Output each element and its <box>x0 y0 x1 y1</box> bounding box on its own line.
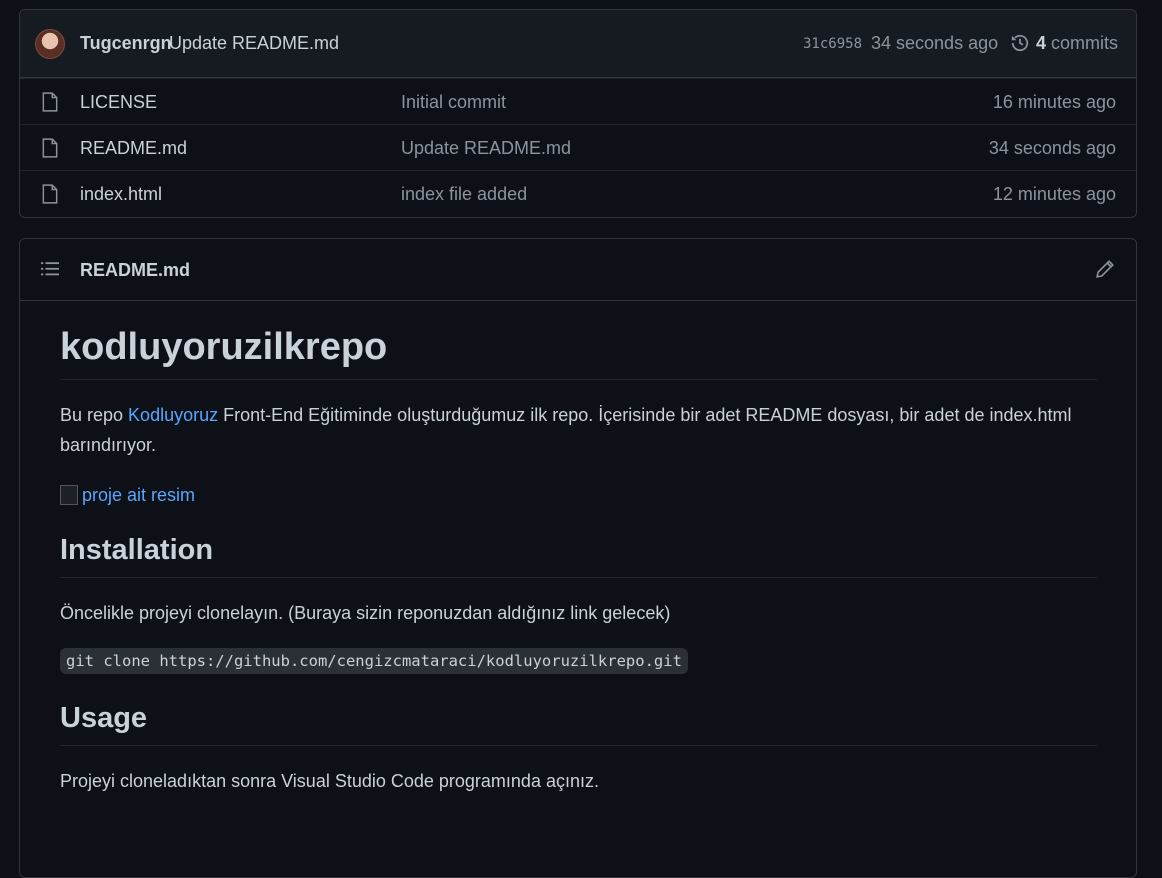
project-image-link[interactable]: proje ait resim <box>60 480 1097 510</box>
file-icon <box>42 92 58 112</box>
file-name-link[interactable]: LICENSE <box>80 92 157 113</box>
latest-commit-bar: Tugcenrgn Update README.md 31c6958 34 se… <box>20 10 1136 78</box>
file-row[interactable]: index.html index file added 12 minutes a… <box>20 170 1136 216</box>
kodluyoruz-link[interactable]: Kodluyoruz <box>128 405 218 425</box>
commits-label: commits <box>1051 33 1119 53</box>
file-icon <box>42 184 58 204</box>
file-name-link[interactable]: README.md <box>80 138 187 159</box>
avatar[interactable] <box>35 29 65 59</box>
file-browser: Tugcenrgn Update README.md 31c6958 34 se… <box>19 9 1137 218</box>
commit-sha-link[interactable]: 31c6958 <box>803 36 862 52</box>
file-icon <box>42 138 58 158</box>
readme-panel: README.md kodluyoruzilkrepo Bu repo Kodl… <box>19 238 1137 878</box>
commits-count: 4 <box>1036 33 1047 53</box>
file-commit-link[interactable]: Initial commit <box>401 92 506 113</box>
readme-title-link[interactable]: README.md <box>80 260 190 281</box>
commits-link[interactable]: 4 commits <box>1036 33 1118 54</box>
usage-heading: Usage <box>60 702 1097 746</box>
commit-message-link[interactable]: Update README.md <box>169 33 339 54</box>
readme-heading: kodluyoruzilkrepo <box>60 301 1097 380</box>
readme-header: README.md <box>20 239 1136 301</box>
installation-heading: Installation <box>60 534 1097 578</box>
file-age: 16 minutes ago <box>992 92 1116 112</box>
broken-image-icon <box>60 484 78 505</box>
readme-content: kodluyoruzilkrepo Bu repo Kodluyoruz Fro… <box>60 301 1097 796</box>
file-name-link[interactable]: index.html <box>80 184 162 205</box>
intro-text-start: Bu repo <box>60 404 129 425</box>
clone-command-code: git clone https://github.com/cengizcmata… <box>60 647 688 674</box>
file-row[interactable]: README.md Update README.md 34 seconds ag… <box>20 124 1136 170</box>
intro-paragraph: Bu repo Kodluyoruz Front-End Eğitiminde … <box>60 400 1097 460</box>
image-alt-text: proje ait resim <box>82 484 196 505</box>
file-commit-link[interactable]: Update README.md <box>401 138 571 159</box>
file-row[interactable]: LICENSE Initial commit 16 minutes ago <box>20 78 1136 124</box>
pencil-icon[interactable] <box>1095 259 1115 279</box>
list-icon[interactable] <box>41 260 59 278</box>
commit-author-link[interactable]: Tugcenrgn <box>80 33 172 54</box>
history-icon <box>1011 34 1029 52</box>
file-age: 34 seconds ago <box>988 138 1116 158</box>
commit-time: 34 seconds ago <box>871 33 999 53</box>
file-commit-link[interactable]: index file added <box>401 184 527 205</box>
file-age: 12 minutes ago <box>992 184 1116 204</box>
installation-text: Öncelikle projeyi clonelayın. (Buraya si… <box>60 602 671 623</box>
usage-text: Projeyi cloneladıktan sonra Visual Studi… <box>60 770 599 791</box>
